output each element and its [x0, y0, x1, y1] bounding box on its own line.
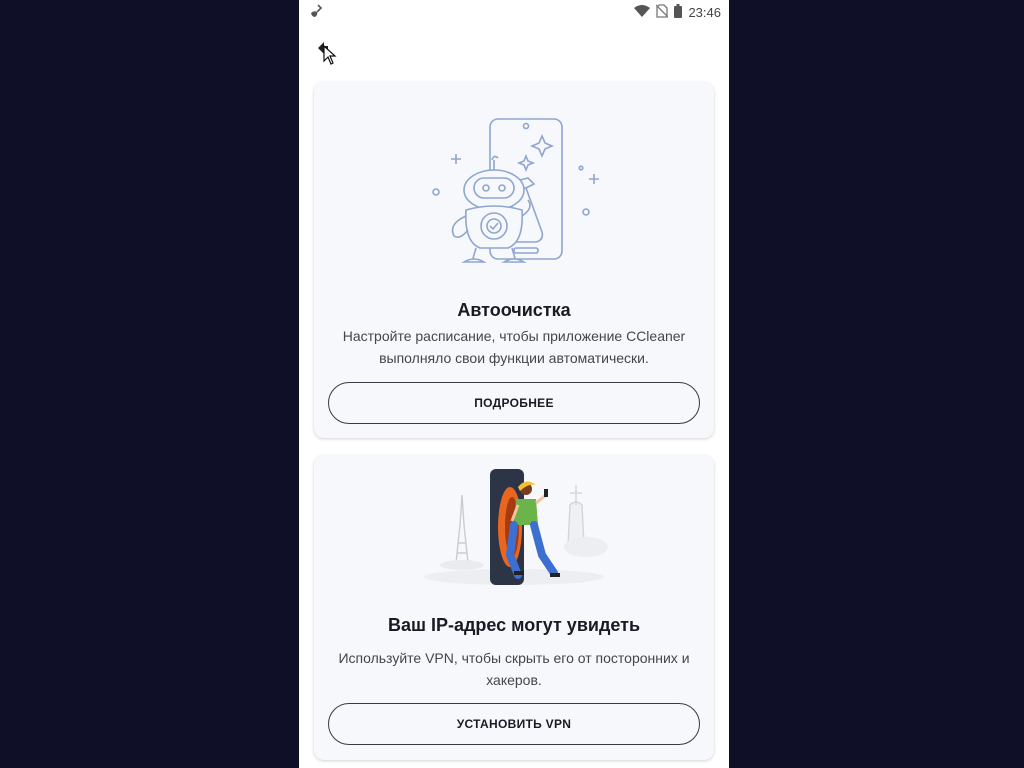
vpn-card: Ваш IP-адрес могут увидеть Используйте V… [314, 455, 714, 760]
no-sim-icon [655, 3, 669, 21]
learn-more-button[interactable]: ПОДРОБНЕЕ [328, 382, 700, 424]
status-time: 23:46 [688, 4, 721, 20]
card-description: Используйте VPN, чтобы скрыть его от пос… [338, 650, 690, 688]
install-vpn-button[interactable]: УСТАНОВИТЬ VPN [328, 703, 700, 745]
card-title: Ваш IP-адрес могут увидеть [387, 615, 641, 635]
vpn-illustration [314, 465, 714, 590]
battery-icon [674, 3, 683, 21]
phone-screen: 23:46 Автоочистка Настройте расписание, … [299, 0, 729, 768]
wifi-icon [634, 4, 651, 20]
back-button[interactable] [313, 40, 341, 68]
arrow-left-icon [314, 39, 340, 70]
card-title: Автоочистка [457, 300, 571, 320]
card-description: Настройте расписание, чтобы приложение C… [342, 328, 686, 366]
ccleaner-broom-icon [309, 3, 323, 21]
autoclean-card: Автоочистка Настройте расписание, чтобы … [314, 82, 714, 438]
status-bar: 23:46 [299, 0, 729, 24]
robot-cleaning-illustration [314, 112, 714, 272]
